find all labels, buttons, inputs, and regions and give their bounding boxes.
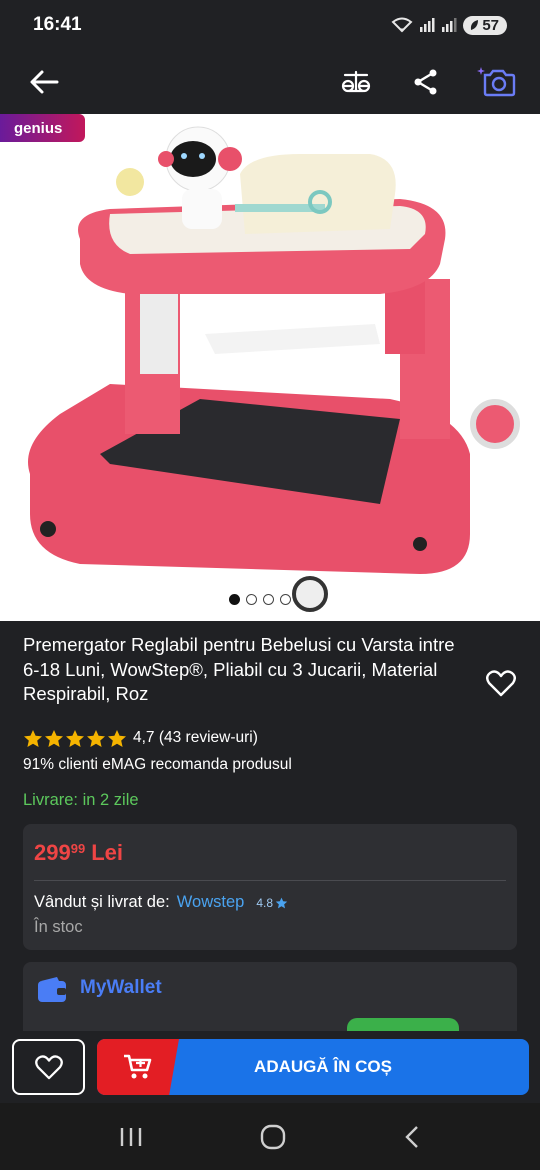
share-button[interactable] [400, 56, 452, 108]
bottom-action-bar: ADAUGĂ ÎN COȘ [0, 1031, 540, 1103]
star-icon [24, 729, 42, 747]
back-button[interactable] [18, 56, 70, 108]
battery-indicator: 57 [463, 15, 507, 35]
wallet-label: MyWallet [80, 977, 162, 998]
price: 299 99 Lei [34, 840, 506, 866]
wifi-icon [391, 17, 413, 33]
signal-icon [420, 18, 435, 32]
star-icon [275, 897, 288, 908]
rating-row[interactable]: 4,7 (43 review-uri) [0, 729, 540, 748]
gallery-dot[interactable] [246, 594, 257, 605]
battery-leaf-icon [471, 20, 479, 30]
delivery-text: Livrare: in 2 zile [23, 790, 139, 809]
heart-outline-icon [486, 669, 516, 696]
genius-badge: genius [0, 114, 85, 142]
seller-link[interactable]: Wowstep [177, 893, 245, 912]
wallet-icon [38, 977, 66, 1002]
nav-actions [330, 56, 522, 108]
star-icon [45, 729, 63, 747]
gallery-dot[interactable] [280, 594, 291, 605]
divider [34, 880, 506, 881]
gallery-dots [229, 594, 291, 605]
seller-label: Vândut și livrat de: [34, 893, 170, 911]
price-cents: 99 [70, 841, 86, 856]
camera-search-button[interactable] [470, 56, 522, 108]
gallery-dot[interactable] [229, 594, 240, 605]
seller-score-value: 4.8 [256, 895, 273, 910]
add-to-favorites-button[interactable] [12, 1039, 85, 1095]
android-nav-bar [0, 1103, 540, 1170]
compare-button[interactable] [330, 56, 382, 108]
compare-scale-icon [341, 70, 371, 92]
add-to-cart-label: ADAUGĂ ÎN COȘ [254, 1057, 392, 1076]
star-icon [108, 729, 126, 747]
rating-text: 4,7 (43 review-uri) [133, 729, 258, 746]
product-image [28, 126, 520, 612]
heart-outline-icon [34, 1054, 63, 1079]
title-row: Premergator Reglabil pentru Bebelusi cu … [0, 621, 540, 707]
product-gallery[interactable]: genius [0, 114, 540, 621]
product-title: Premergator Reglabil pentru Bebelusi cu … [23, 634, 455, 704]
star-icon [66, 729, 84, 747]
seller-row: Vândut și livrat de: Wowstep 4.8 [34, 893, 506, 912]
recent-apps-icon[interactable] [118, 1126, 144, 1148]
wallet-card[interactable]: MyWallet [23, 962, 517, 1032]
rating-stars [23, 729, 127, 748]
add-to-cart-button[interactable]: ADAUGĂ ÎN COȘ [97, 1039, 529, 1095]
product-info: Premergator Reglabil pentru Bebelusi cu … [0, 621, 540, 810]
camera-search-icon [477, 66, 516, 96]
star-icon [87, 729, 105, 747]
price-currency: Lei [91, 840, 123, 865]
share-icon [414, 69, 437, 94]
gallery-dot[interactable] [263, 594, 274, 605]
seller-score: 4.8 [256, 896, 288, 910]
back-nav-icon[interactable] [402, 1124, 422, 1150]
favorite-button[interactable] [485, 667, 517, 699]
status-time: 16:41 [33, 14, 82, 35]
signal-icon-2 [442, 18, 457, 32]
battery-level: 57 [482, 16, 499, 34]
price-main: 299 [34, 840, 71, 865]
back-arrow-icon [30, 70, 59, 93]
home-icon[interactable] [260, 1124, 286, 1150]
status-icons: 57 [391, 15, 507, 35]
recommend-text: 91% clienti eMAG recomanda produsul [23, 755, 292, 773]
top-nav [0, 50, 540, 113]
wallet-action-button[interactable] [347, 1018, 459, 1032]
price-card: 299 99 Lei Vândut și livrat de: Wowstep … [23, 824, 517, 950]
stock-status: În stoc [34, 918, 83, 936]
status-bar: 16:41 57 [0, 0, 540, 50]
